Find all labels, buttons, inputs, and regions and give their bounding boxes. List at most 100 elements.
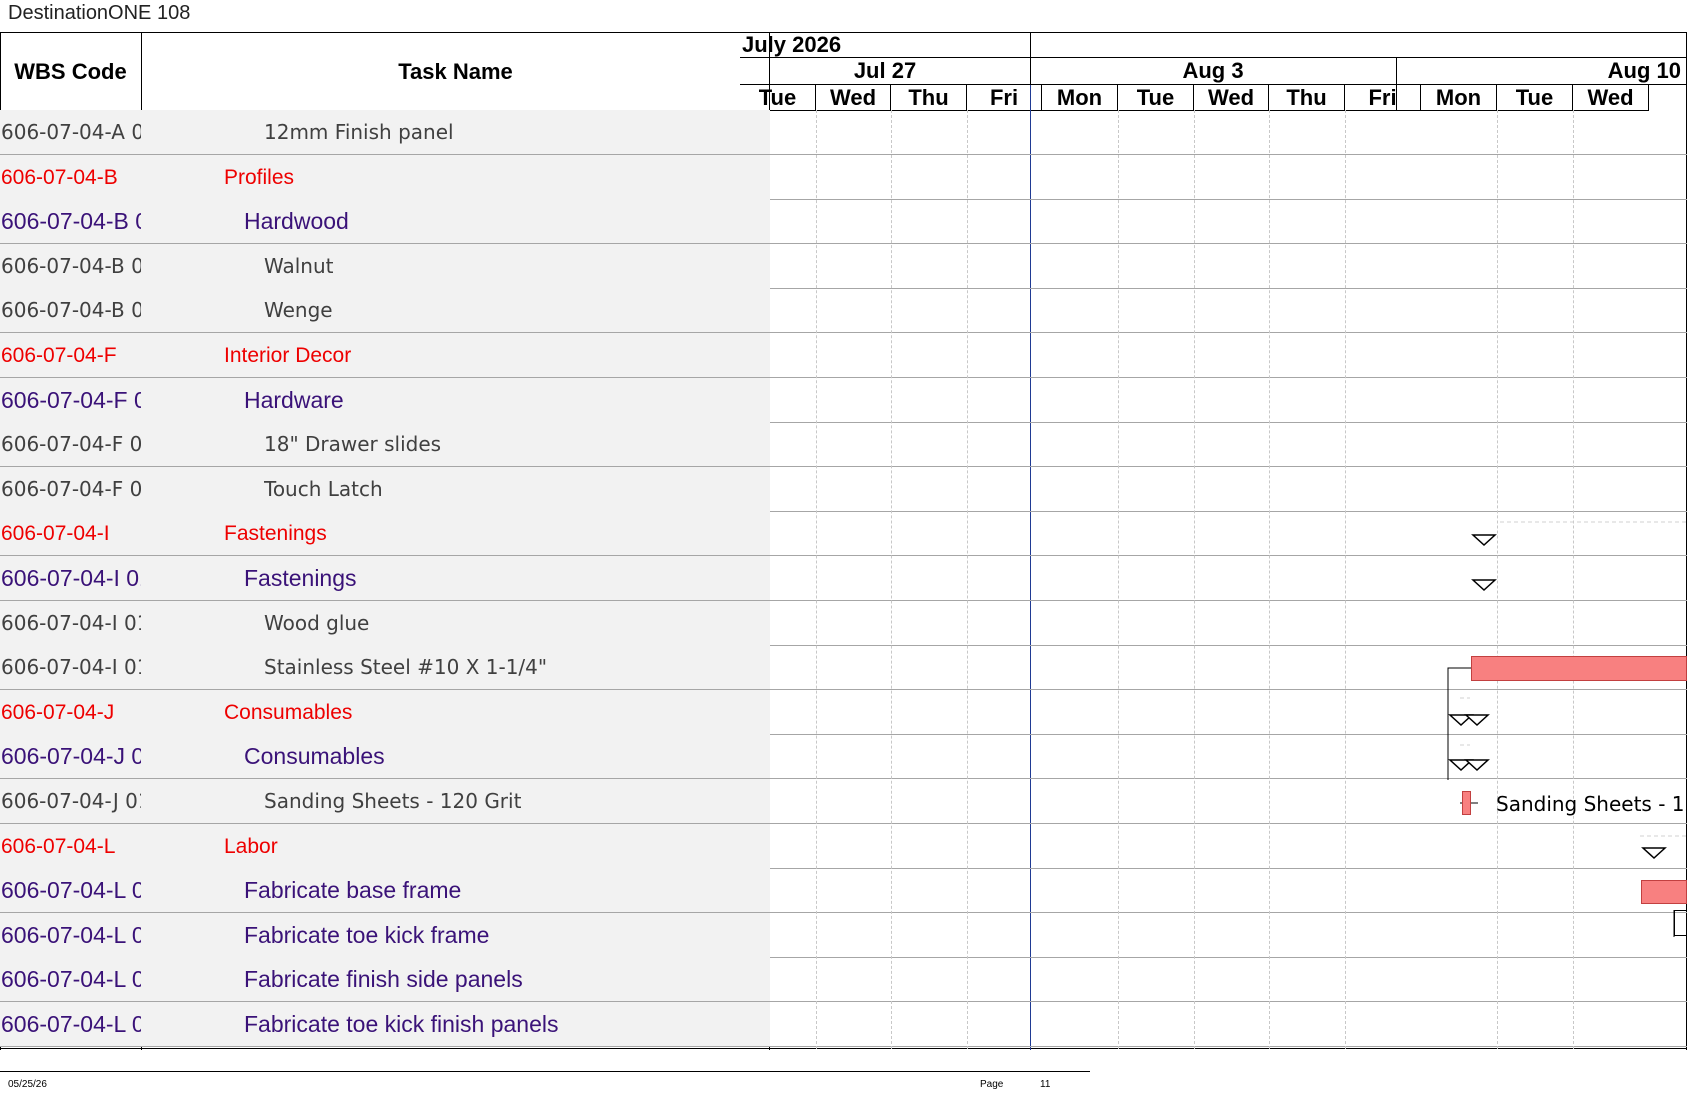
task-name-cell[interactable]: Hardware <box>244 378 769 423</box>
timescale-day: Thu <box>1269 85 1345 111</box>
task-name-cell[interactable]: Fabricate finish side panels <box>244 957 769 1002</box>
task-row[interactable]: 606-07-04-L Labor <box>0 823 1687 869</box>
wbs-code-cell[interactable]: 606-07-04-I 01 <box>1 556 141 601</box>
footer-page-number: 11 <box>1040 1079 1051 1090</box>
task-name-cell[interactable]: 18" Drawer slides <box>264 422 769 467</box>
task-name-cell[interactable]: Consumables <box>244 734 769 779</box>
task-name-cell[interactable]: Wenge <box>264 288 769 333</box>
wbs-code-cell[interactable]: 606-07-04-B 01 <box>1 288 141 333</box>
day-gridline <box>891 110 892 1049</box>
gantt-print-page: DestinationONE 108 WBS Code Task Name Ju… <box>0 0 1687 1097</box>
wbs-code-cell[interactable]: 606-07-04-L 01 <box>1 868 141 913</box>
wbs-code-cell[interactable]: 606-07-04-L 01 <box>1 957 141 1002</box>
task-name-cell[interactable]: Fabricate toe kick frame <box>244 913 769 958</box>
timescale-day: Thu <box>891 85 967 111</box>
timescale-week-aug3: Aug 3 <box>1030 58 1396 85</box>
task-row[interactable]: 606-07-04-B Profiles <box>0 154 1687 200</box>
task-row[interactable]: 606-07-04-F 01 18" Drawer slides <box>0 422 1687 468</box>
wbs-code-cell[interactable]: 606-07-04-B 01 <box>1 199 141 244</box>
task-row[interactable]: 606-07-04-I 01 Stainless Steel #10 X 1-1/… <box>0 645 1687 691</box>
task-row[interactable]: 606-07-04-B 01 Walnut <box>0 243 1687 289</box>
task-row[interactable]: 606-07-04-J Consumables <box>0 689 1687 735</box>
wbs-code-cell[interactable]: 606-07-04-B 01 <box>1 244 141 289</box>
day-gridline <box>967 110 968 1049</box>
row-divider <box>0 1046 1687 1047</box>
task-name-cell[interactable]: Profiles <box>224 155 769 200</box>
timescale-day: Fri <box>1345 85 1421 111</box>
wbs-code-cell[interactable]: 606-07-04-F 01 <box>1 467 141 512</box>
task-name-cell[interactable]: Wood glue <box>264 601 769 646</box>
timescale-day: Wed <box>1573 85 1649 111</box>
task-bar-sanding-sheets[interactable] <box>1462 791 1471 815</box>
day-gridline <box>1573 110 1574 1049</box>
wbs-code-cell[interactable]: 606-07-04-F 01 <box>1 378 141 423</box>
wbs-code-cell[interactable]: 606-07-04-L 01 <box>1 913 141 958</box>
task-bar-outline <box>1674 910 1687 936</box>
footer-date: 05/25/26 <box>8 1079 47 1090</box>
task-row[interactable]: 606-07-04-L 01 Fabricate toe kick finish … <box>0 1002 1687 1047</box>
task-row[interactable]: 606-07-04-B 01 Wenge <box>0 288 1687 334</box>
wbs-code-cell[interactable]: 606-07-04-B <box>1 155 141 200</box>
timescale-month-blank <box>1030 33 1687 58</box>
task-row[interactable]: 606-07-04-B 01 Hardwood <box>0 199 1687 245</box>
task-row[interactable]: 606-07-04-L 01 Fabricate finish side pane… <box>0 957 1687 1003</box>
task-row[interactable]: 606-07-04-A 01 12mm Finish panel <box>0 110 1687 155</box>
footer-page-label: Page <box>980 1079 1004 1090</box>
timescale-day: Tue <box>1497 85 1573 111</box>
day-gridline <box>816 110 817 1049</box>
task-name-cell[interactable]: Hardwood <box>244 199 769 244</box>
task-row[interactable]: 606-07-04-F Interior Decor <box>0 333 1687 378</box>
task-row[interactable]: 606-07-04-F 01 Hardware <box>0 377 1687 423</box>
task-name-cell[interactable]: Fabricate base frame <box>244 868 769 913</box>
wbs-column-header[interactable]: WBS Code <box>0 33 141 111</box>
day-gridline <box>1194 110 1195 1049</box>
task-name-cell[interactable]: Labor <box>224 824 769 869</box>
day-gridline <box>1269 110 1270 1049</box>
task-name-cell[interactable]: Fastenings <box>224 511 769 556</box>
timescale-month: July 2026 <box>740 33 1030 58</box>
task-row[interactable]: 606-07-04-J 01 Sanding Sheets - 120 Grit <box>0 779 1687 824</box>
wbs-code-cell[interactable]: 606-07-04-L 01 <box>1 1002 141 1047</box>
timescale-week-aug10: Aug 10 <box>1396 58 1687 85</box>
task-name-cell[interactable]: Sanding Sheets - 120 Grit <box>264 779 769 824</box>
task-row[interactable]: 606-07-04-J 01 Consumables <box>0 734 1687 780</box>
task-name-column-header[interactable]: Task Name <box>141 33 770 111</box>
timescale-day: Wed <box>1194 85 1269 111</box>
wbs-code-cell[interactable]: 606-07-04-J <box>1 690 141 735</box>
task-row[interactable]: 606-07-04-L 01 Fabricate base frame <box>0 868 1687 914</box>
wbs-code-cell[interactable]: 606-07-04-F <box>1 333 141 378</box>
day-gridline <box>1345 110 1346 1049</box>
task-row[interactable]: 606-07-04-I 01 Fastenings <box>0 556 1687 601</box>
task-name-cell[interactable]: Interior Decor <box>224 333 769 378</box>
wbs-code-cell[interactable]: 606-07-04-F 01 <box>1 422 141 467</box>
task-bar-fabricate-base-frame[interactable] <box>1641 880 1687 904</box>
wbs-code-cell[interactable]: 606-07-04-I 01 <box>1 601 141 646</box>
task-row[interactable]: 606-07-04-F 01 Touch Latch <box>0 466 1687 512</box>
wbs-code-cell[interactable]: 606-07-04-L <box>1 824 141 869</box>
wbs-code-cell[interactable]: 606-07-04-I 01 <box>1 645 141 690</box>
task-name-cell[interactable]: Consumables <box>224 690 769 735</box>
task-bar-stainless-steel[interactable] <box>1471 656 1687 681</box>
wbs-code-cell[interactable]: 606-07-04-J 01 <box>1 734 141 779</box>
day-gridline <box>1118 110 1119 1049</box>
task-name-cell[interactable]: Walnut <box>264 244 769 289</box>
task-bar-label: Sanding Sheets - 120 Grit <box>1496 792 1687 816</box>
task-name-cell[interactable]: Fastenings <box>244 556 769 601</box>
task-name-cell[interactable]: Stainless Steel #10 X 1-1/4" <box>264 645 769 690</box>
timescale-day: Tue <box>1118 85 1194 111</box>
wbs-code-cell[interactable]: 606-07-04-J 01 <box>1 779 141 824</box>
timescale-day: Tue <box>740 85 816 111</box>
task-row[interactable]: 606-07-04-L 01 Fabricate toe kick frame <box>0 912 1687 958</box>
timescale-day: Wed <box>816 85 891 111</box>
wbs-code-cell[interactable]: 606-07-04-A 01 <box>1 110 141 155</box>
timescale-day: Mon <box>1421 85 1497 111</box>
timescale-week-jul27: Jul 27 <box>740 58 1030 85</box>
task-name-cell[interactable]: Fabricate toe kick finish panels <box>244 1002 769 1047</box>
timescale-day: Mon <box>1042 85 1118 111</box>
task-row[interactable]: 606-07-04-I Fastenings <box>0 511 1687 557</box>
task-name-cell[interactable]: 12mm Finish panel <box>264 110 769 155</box>
wbs-code-cell[interactable]: 606-07-04-I <box>1 511 141 556</box>
footer-rule <box>0 1071 1090 1072</box>
task-row[interactable]: 606-07-04-I 01 Wood glue <box>0 600 1687 646</box>
task-name-cell[interactable]: Touch Latch <box>264 467 769 512</box>
